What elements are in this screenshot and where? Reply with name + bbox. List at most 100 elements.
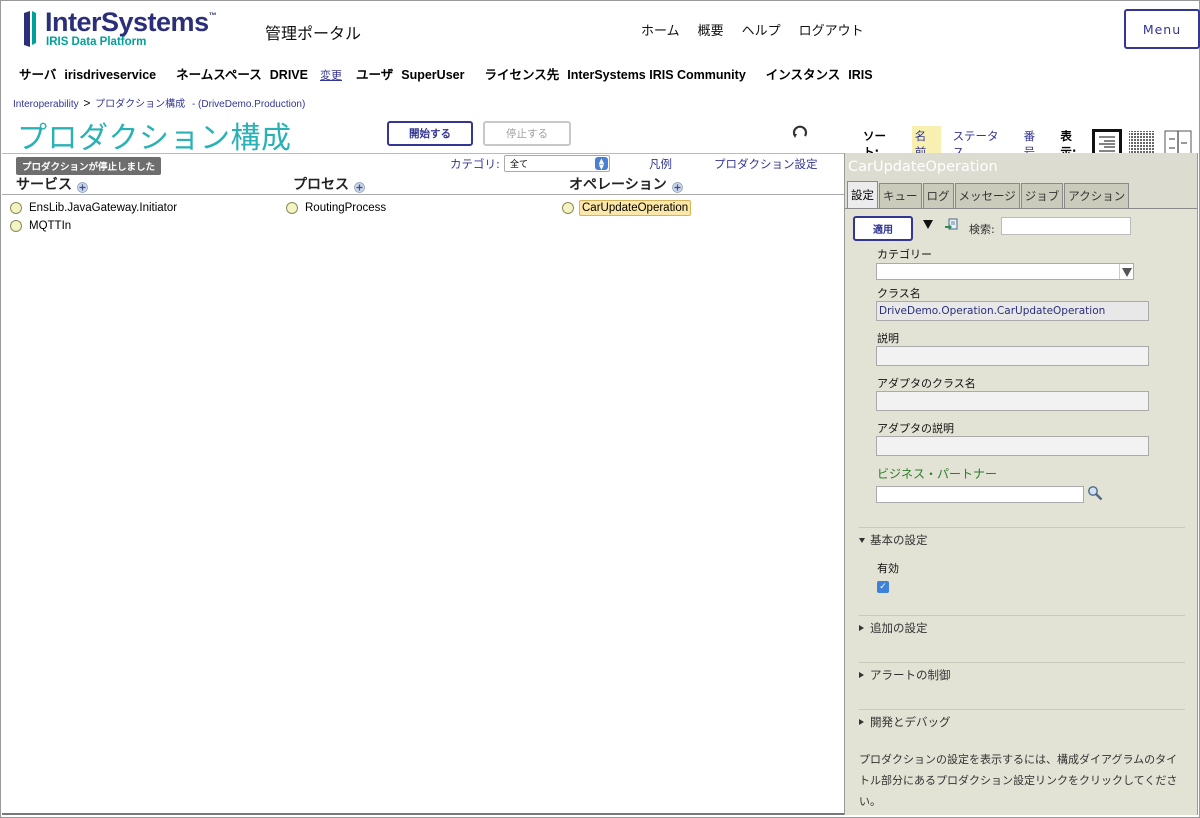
- panel-tabs: 設定 キュー ログ メッセージ ジョブ アクション: [847, 181, 1130, 208]
- operations-column-header: オペレーション: [569, 174, 683, 194]
- service-item[interactable]: MQTTIn: [10, 219, 73, 233]
- category-filter-value: 全て: [510, 160, 529, 170]
- breadcrumb-separator: >: [83, 96, 91, 110]
- nav-logout-link[interactable]: ログアウト: [799, 20, 864, 39]
- intersystems-logo-mark-icon: [24, 11, 36, 47]
- category-filter-select[interactable]: 全て ▲ ▼: [504, 155, 610, 172]
- expand-triangle-icon[interactable]: [923, 220, 933, 229]
- list-view-icon: [1098, 136, 1115, 152]
- services-column-label: サービス: [16, 177, 72, 193]
- instance-label: インスタンス: [765, 67, 841, 82]
- breadcrumb: Interoperability > プロダクション構成 - (DriveDem…: [13, 95, 305, 110]
- class-name-label: クラス名: [877, 287, 921, 300]
- legend-link[interactable]: 凡例: [649, 156, 672, 172]
- service-item[interactable]: EnsLib.JavaGateway.Initiator: [10, 201, 179, 215]
- tab-log[interactable]: ログ: [922, 183, 954, 208]
- apply-button[interactable]: 適用: [853, 216, 913, 241]
- adapter-description-label: アダプタの説明: [877, 422, 954, 435]
- tab-actions[interactable]: アクション: [1064, 183, 1130, 208]
- alert-control-label: アラートの制御: [870, 668, 951, 682]
- change-namespace-link[interactable]: 変更: [320, 67, 342, 83]
- add-process-plus-icon[interactable]: [354, 181, 365, 193]
- description-label: 説明: [877, 332, 899, 345]
- caret-right-icon: [859, 625, 864, 631]
- description-field[interactable]: [876, 346, 1149, 366]
- category-dropdown-box: [1119, 264, 1133, 279]
- section-divider: [859, 662, 1185, 663]
- status-dot-icon: [286, 202, 298, 214]
- basic-settings-label: 基本の設定: [870, 533, 928, 547]
- menu-button[interactable]: Menu: [1124, 9, 1200, 49]
- alert-control-section-header[interactable]: アラートの制御: [859, 667, 951, 683]
- nav-home-link[interactable]: ホーム: [641, 20, 680, 39]
- intersystems-logo[interactable]: InterSystems™ IRIS Data Platform: [21, 7, 221, 51]
- settings-panel: CarUpdateOperation 設定 キュー ログ メッセージ ジョブ ア…: [844, 153, 1198, 815]
- add-operation-plus-icon[interactable]: [671, 181, 683, 193]
- enabled-label: 有効: [877, 562, 899, 575]
- breadcrumb-production-name: - (DriveDemo.Production): [191, 99, 306, 110]
- category-field-select[interactable]: [876, 263, 1134, 280]
- process-item[interactable]: RoutingProcess: [286, 201, 388, 215]
- page-title: プロダクション構成: [17, 121, 292, 156]
- settings-search-input[interactable]: [1001, 217, 1131, 235]
- instance-value: IRIS: [848, 68, 873, 82]
- server-label: サーバ: [19, 67, 57, 82]
- settings-help-text: プロダクションの設定を表示するには、構成ダイアグラムのタイトル部分にあるプロダク…: [859, 753, 1178, 808]
- breadcrumb-production-config[interactable]: プロダクション構成: [95, 99, 185, 110]
- start-production-button[interactable]: 開始する: [387, 121, 473, 146]
- refresh-icon[interactable]: [791, 123, 809, 141]
- namespace-label: ネームスペース: [176, 67, 262, 82]
- server-value: irisdriveservice: [64, 68, 157, 82]
- processes-column-header: プロセス: [293, 174, 365, 194]
- caret-right-icon: [859, 672, 864, 678]
- section-divider: [859, 615, 1185, 616]
- license-value: InterSystems IRIS Community: [567, 68, 746, 82]
- status-dot-icon: [562, 202, 574, 214]
- production-diagram: プロダクションが停止しました カテゴリ: 全て ▲ ▼ 凡例 プロダクション設定 …: [2, 153, 844, 815]
- top-navigation: ホーム 概要 ヘルプ ログアウト: [641, 20, 864, 39]
- enabled-checkbox[interactable]: ✓: [877, 581, 889, 593]
- magnifier-search-icon[interactable]: [1087, 485, 1103, 501]
- logo-wordmark: InterSystems™: [45, 7, 217, 37]
- panel-title: CarUpdateOperation: [848, 159, 998, 175]
- adapter-description-field: [876, 436, 1149, 456]
- column-header-divider: [2, 194, 844, 195]
- tab-queue[interactable]: キュー: [879, 183, 922, 208]
- adapter-class-field: [876, 391, 1149, 411]
- breadcrumb-interoperability[interactable]: Interoperability: [13, 99, 79, 110]
- settings-doc-icon[interactable]: [944, 218, 959, 233]
- tab-settings[interactable]: 設定: [847, 181, 878, 208]
- search-label: 検索:: [969, 223, 995, 236]
- dev-debug-section-header[interactable]: 開発とデバッグ: [859, 714, 951, 730]
- adapter-class-label: アダプタのクラス名: [877, 377, 976, 390]
- caret-down-icon: [859, 537, 865, 543]
- logo-subtitle: IRIS Data Platform: [46, 36, 147, 48]
- portal-title: 管理ポータル: [265, 24, 362, 43]
- production-settings-link[interactable]: プロダクション設定: [714, 156, 818, 172]
- business-partner-select[interactable]: [876, 486, 1084, 503]
- nav-overview-link[interactable]: 概要: [698, 20, 724, 39]
- status-dot-icon: [10, 202, 22, 214]
- nav-help-link[interactable]: ヘルプ: [742, 20, 781, 39]
- section-divider: [859, 527, 1185, 528]
- category-filter-label: カテゴリ:: [450, 157, 500, 171]
- portal-window: InterSystems™ IRIS Data Platform 管理ポータル …: [0, 0, 1200, 818]
- system-info-bar: サーバ irisdriveservice ネームスペース DRIVE 変更 ユー…: [19, 64, 893, 83]
- processes-column-label: プロセス: [293, 177, 349, 193]
- tab-jobs[interactable]: ジョブ: [1020, 183, 1064, 208]
- business-partner-label: ビジネス・パートナー: [877, 467, 998, 481]
- category-field-label: カテゴリー: [877, 248, 932, 261]
- basic-settings-section-header[interactable]: 基本の設定: [859, 532, 928, 548]
- additional-settings-section-header[interactable]: 追加の設定: [859, 620, 928, 636]
- caret-right-icon: [859, 719, 864, 725]
- settings-panel-body: 適用 検索: カテゴリー クラス名 DriveDemo.Operation.Ca…: [845, 209, 1197, 815]
- stop-production-button[interactable]: 停止する: [483, 121, 571, 146]
- chevron-down-icon: [1122, 268, 1132, 277]
- status-dot-icon: [10, 220, 22, 232]
- tab-messages[interactable]: メッセージ: [954, 183, 1020, 208]
- user-label: ユーザ: [355, 67, 394, 82]
- add-service-plus-icon[interactable]: [77, 181, 88, 193]
- class-name-field: DriveDemo.Operation.CarUpdateOperation: [876, 301, 1149, 321]
- operations-column-label: オペレーション: [569, 177, 667, 193]
- operation-item[interactable]: CarUpdateOperation: [562, 200, 692, 216]
